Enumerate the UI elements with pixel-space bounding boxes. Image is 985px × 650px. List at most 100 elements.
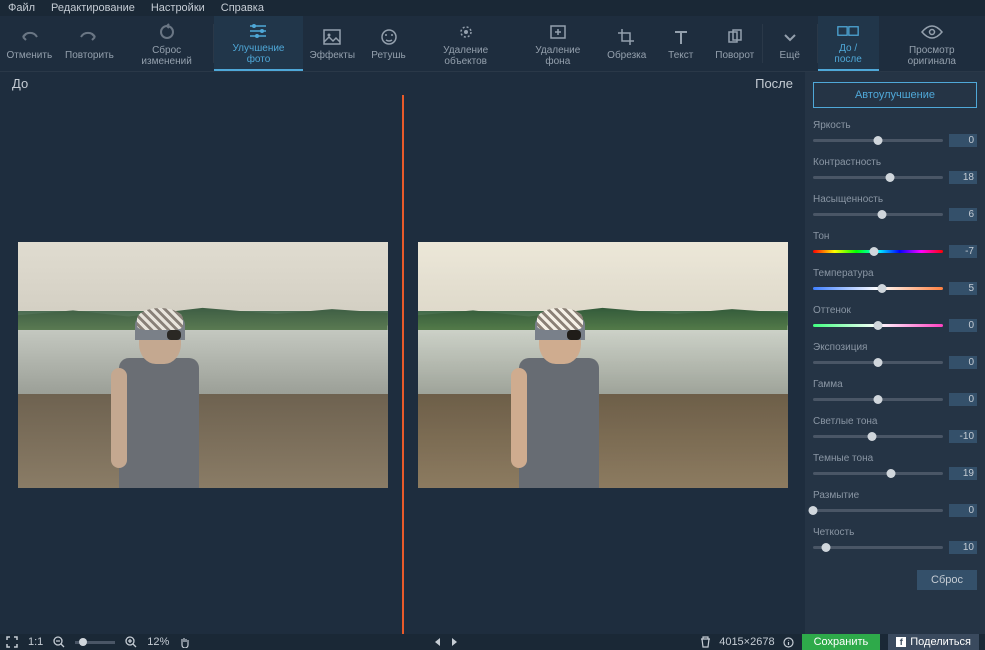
menu-settings[interactable]: Настройки	[151, 2, 205, 14]
menu-help[interactable]: Справка	[221, 2, 264, 14]
slider-label: Размытие	[813, 490, 977, 501]
slider-row: Контрастность 18	[813, 157, 977, 184]
remove-bg-button[interactable]: Удаление фона	[516, 16, 600, 71]
slider-label: Насыщенность	[813, 194, 977, 205]
slider-label: Оттенок	[813, 305, 977, 316]
label-before: До	[12, 76, 28, 91]
slider-label: Яркость	[813, 120, 977, 131]
slider-thumb[interactable]	[870, 247, 879, 256]
redo-button[interactable]: Повторить	[59, 16, 121, 71]
rotate-button[interactable]: Поворот	[708, 16, 762, 71]
effects-button[interactable]: Эффекты	[303, 16, 361, 71]
text-button[interactable]: Текст	[654, 16, 708, 71]
retouch-button[interactable]: Ретушь	[362, 16, 416, 71]
remove-objects-button[interactable]: Удаление объектов	[416, 16, 516, 71]
redo-icon	[78, 26, 100, 48]
slider-track[interactable]	[813, 139, 943, 142]
slider-thumb[interactable]	[885, 173, 894, 182]
reset-sliders-button[interactable]: Сброс	[917, 570, 977, 590]
slider-value[interactable]: 0	[949, 319, 977, 332]
share-button[interactable]: f Поделиться	[888, 634, 979, 650]
slider-value[interactable]: -10	[949, 430, 977, 443]
enhance-button[interactable]: Улучшение фото	[214, 16, 303, 71]
reset-icon	[156, 21, 178, 43]
crop-button[interactable]: Обрезка	[600, 16, 654, 71]
slider-value[interactable]: -7	[949, 245, 977, 258]
slider-track[interactable]	[813, 546, 943, 549]
next-icon[interactable]	[449, 637, 459, 647]
slider-value[interactable]: 0	[949, 356, 977, 369]
slider-value[interactable]: 6	[949, 208, 977, 221]
sliders-icon	[247, 20, 269, 41]
canvas-area: До После	[0, 72, 805, 634]
slider-thumb[interactable]	[867, 432, 876, 441]
hand-icon[interactable]	[179, 636, 191, 648]
slider-track[interactable]	[813, 398, 943, 401]
statusbar: 1:1 12% 4015×2678 Сохранить f Поделиться	[0, 634, 985, 650]
slider-value[interactable]: 18	[949, 171, 977, 184]
image-after	[418, 242, 788, 488]
zoom-slider[interactable]	[75, 641, 115, 644]
scale-label[interactable]: 1:1	[28, 636, 43, 648]
slider-row: Температура 5	[813, 268, 977, 295]
slider-thumb[interactable]	[877, 210, 886, 219]
zoom-value: 12%	[147, 636, 169, 648]
more-button[interactable]: Ещё	[763, 16, 817, 71]
slider-row: Яркость 0	[813, 120, 977, 147]
menu-edit[interactable]: Редактирование	[51, 2, 135, 14]
slider-thumb[interactable]	[874, 321, 883, 330]
slider-thumb[interactable]	[887, 469, 896, 478]
slider-track[interactable]	[813, 472, 943, 475]
auto-enhance-button[interactable]: Автоулучшение	[813, 82, 977, 108]
slider-track[interactable]	[813, 509, 943, 512]
slider-track[interactable]	[813, 250, 943, 253]
undo-icon	[18, 26, 40, 48]
slider-value[interactable]: 0	[949, 134, 977, 147]
menu-file[interactable]: Файл	[8, 2, 35, 14]
reset-changes-button[interactable]: Сброс изменений	[120, 16, 213, 71]
slider-row: Светлые тона -10	[813, 416, 977, 443]
slider-track[interactable]	[813, 287, 943, 290]
adjustments-sidebar: Автоулучшение Яркость 0 Контрастность 18…	[805, 72, 985, 634]
slider-thumb[interactable]	[809, 506, 818, 515]
compare-divider[interactable]	[402, 95, 404, 634]
slider-value[interactable]: 0	[949, 393, 977, 406]
trash-icon[interactable]	[700, 636, 711, 648]
rotate-icon	[724, 26, 746, 48]
crop-icon	[616, 26, 638, 48]
info-icon[interactable]	[783, 637, 794, 648]
slider-track[interactable]	[813, 361, 943, 364]
slider-value[interactable]: 19	[949, 467, 977, 480]
slider-label: Светлые тона	[813, 416, 977, 427]
slider-thumb[interactable]	[877, 284, 886, 293]
save-button[interactable]: Сохранить	[802, 634, 881, 650]
slider-label: Контрастность	[813, 157, 977, 168]
slider-label: Температура	[813, 268, 977, 279]
slider-row: Экспозиция 0	[813, 342, 977, 369]
slider-thumb[interactable]	[874, 358, 883, 367]
slider-label: Темные тона	[813, 453, 977, 464]
workspace: До После Автоулучшение Яркость 0 Контрас…	[0, 72, 985, 634]
slider-thumb[interactable]	[822, 543, 831, 552]
slider-thumb[interactable]	[874, 395, 883, 404]
view-original-button[interactable]: Просмотр оригинала	[879, 16, 985, 71]
slider-value[interactable]: 0	[949, 504, 977, 517]
slider-value[interactable]: 10	[949, 541, 977, 554]
before-after-button[interactable]: До / после	[818, 16, 879, 71]
undo-button[interactable]: Отменить	[0, 16, 59, 71]
slider-track[interactable]	[813, 213, 943, 216]
slider-track[interactable]	[813, 324, 943, 327]
background-icon	[547, 21, 569, 43]
compare-icon	[837, 20, 859, 41]
slider-track[interactable]	[813, 176, 943, 179]
slider-value[interactable]: 5	[949, 282, 977, 295]
toolbar: Отменить Повторить Сброс изменений Улучш…	[0, 16, 985, 72]
chevron-down-icon	[779, 26, 801, 48]
fullscreen-icon[interactable]	[6, 636, 18, 648]
slider-track[interactable]	[813, 435, 943, 438]
slider-thumb[interactable]	[874, 136, 883, 145]
zoom-out-icon[interactable]	[53, 636, 65, 648]
prev-icon[interactable]	[433, 637, 443, 647]
slider-label: Четкость	[813, 527, 977, 538]
zoom-in-icon[interactable]	[125, 636, 137, 648]
